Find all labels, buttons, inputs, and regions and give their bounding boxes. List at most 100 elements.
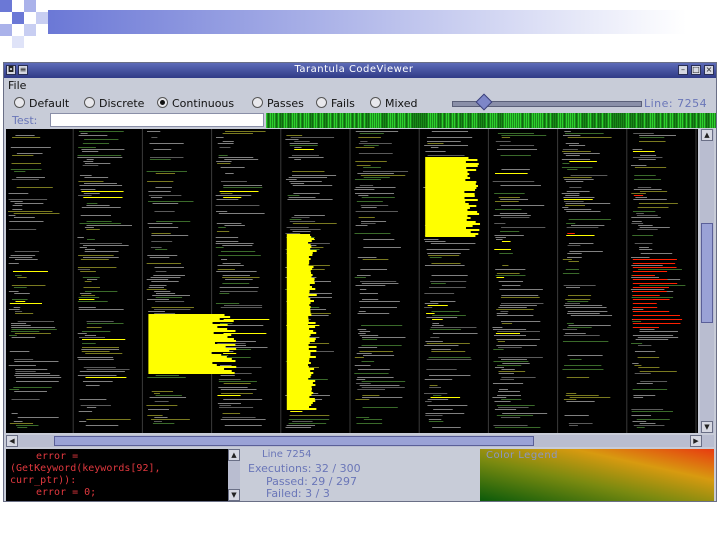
window-shade-icon[interactable]: ≡ xyxy=(18,65,28,75)
code-line xyxy=(358,195,369,196)
scroll-down-icon[interactable]: ▼ xyxy=(701,421,713,433)
code-line xyxy=(151,137,158,138)
code-line xyxy=(363,177,390,178)
code-line xyxy=(285,139,299,140)
code-line xyxy=(354,373,389,374)
code-line xyxy=(86,321,114,322)
code-line xyxy=(148,201,194,202)
test-tick xyxy=(278,113,279,128)
code-line xyxy=(358,143,392,144)
code-line xyxy=(354,179,381,180)
code-line xyxy=(499,305,537,306)
close-icon[interactable]: × xyxy=(704,65,714,75)
vertical-scroll-thumb[interactable] xyxy=(701,223,713,323)
code-line xyxy=(639,135,676,136)
horizontal-scroll-thumb[interactable] xyxy=(54,436,534,446)
test-tick xyxy=(564,113,565,128)
minimize-icon[interactable]: – xyxy=(678,65,688,75)
code-line xyxy=(84,139,119,140)
code-line xyxy=(429,257,442,258)
code-line xyxy=(430,337,440,338)
code-line xyxy=(632,211,656,212)
scroll-left-icon[interactable]: ◀ xyxy=(6,435,18,447)
code-line-highlight xyxy=(425,219,467,221)
code-line xyxy=(218,381,257,382)
scroll-up-icon[interactable]: ▲ xyxy=(228,449,240,461)
code-line xyxy=(361,361,375,362)
code-line xyxy=(500,321,541,322)
code-line-highlight xyxy=(286,366,309,368)
code-line xyxy=(562,329,578,330)
code-line xyxy=(77,155,122,156)
code-line xyxy=(498,371,526,372)
code-line xyxy=(361,221,387,222)
code-line-fail xyxy=(632,291,667,292)
code-line xyxy=(217,143,234,144)
test-tick xyxy=(560,113,561,128)
code-line-fail xyxy=(632,283,678,284)
code-line xyxy=(359,335,379,336)
mode-radio-default[interactable]: Default xyxy=(14,97,69,111)
code-line xyxy=(562,369,604,370)
test-tick xyxy=(426,113,427,128)
mode-radio-fails[interactable]: Fails xyxy=(316,97,355,111)
code-line xyxy=(501,359,527,360)
maximize-icon[interactable]: □ xyxy=(691,65,701,75)
test-tick xyxy=(306,113,307,128)
test-tick xyxy=(374,113,375,128)
code-line xyxy=(496,405,535,406)
mode-radio-passes[interactable]: Passes xyxy=(252,97,304,111)
code-line xyxy=(565,195,580,196)
code-line xyxy=(357,377,394,378)
code-line xyxy=(86,323,124,324)
code-line xyxy=(81,349,120,350)
radio-icon[interactable] xyxy=(14,97,25,108)
code-line xyxy=(79,371,125,372)
code-line xyxy=(77,333,87,334)
scroll-right-icon[interactable]: ▶ xyxy=(690,435,702,447)
radio-selected-icon[interactable] xyxy=(157,97,168,108)
code-line-highlight xyxy=(148,344,236,346)
code-line xyxy=(563,153,600,154)
menu-file[interactable]: File xyxy=(8,79,26,92)
code-line-highlight xyxy=(425,197,465,199)
scroll-up-icon[interactable]: ▲ xyxy=(701,129,713,141)
mode-radio-mixed[interactable]: Mixed xyxy=(370,97,417,111)
code-line xyxy=(355,383,371,384)
code-line xyxy=(218,157,254,158)
code-line-highlight xyxy=(286,268,313,270)
code-line xyxy=(425,401,432,402)
test-tick xyxy=(420,113,421,128)
test-results-strip[interactable] xyxy=(266,113,716,128)
test-tick xyxy=(592,113,593,128)
radio-icon[interactable] xyxy=(370,97,381,108)
code-line xyxy=(79,243,123,244)
radio-icon[interactable] xyxy=(316,97,327,108)
code-line xyxy=(359,331,371,332)
code-line xyxy=(83,367,116,368)
test-tick xyxy=(266,113,267,128)
code-line xyxy=(216,199,239,200)
code-line xyxy=(567,311,608,312)
mode-radio-discrete[interactable]: Discrete xyxy=(84,97,144,111)
code-overview-panel[interactable] xyxy=(6,129,698,433)
code-line xyxy=(14,251,40,252)
code-line xyxy=(77,357,114,358)
code-line xyxy=(428,421,444,422)
scroll-down-icon[interactable]: ▼ xyxy=(228,489,240,501)
code-line xyxy=(16,153,43,154)
code-line xyxy=(636,215,658,216)
test-tick xyxy=(542,113,543,128)
code-line xyxy=(290,137,335,138)
mode-radio-continuous[interactable]: Continuous xyxy=(157,97,234,111)
code-line xyxy=(498,197,520,198)
radio-icon[interactable] xyxy=(252,97,263,108)
code-line xyxy=(362,299,379,300)
test-tick xyxy=(568,113,569,128)
code-line xyxy=(153,393,160,394)
window-menu-icon[interactable]: ◘ xyxy=(6,65,16,75)
test-input[interactable] xyxy=(50,113,264,127)
code-line-highlight xyxy=(286,358,310,360)
radio-icon[interactable] xyxy=(84,97,95,108)
code-line xyxy=(216,137,224,138)
